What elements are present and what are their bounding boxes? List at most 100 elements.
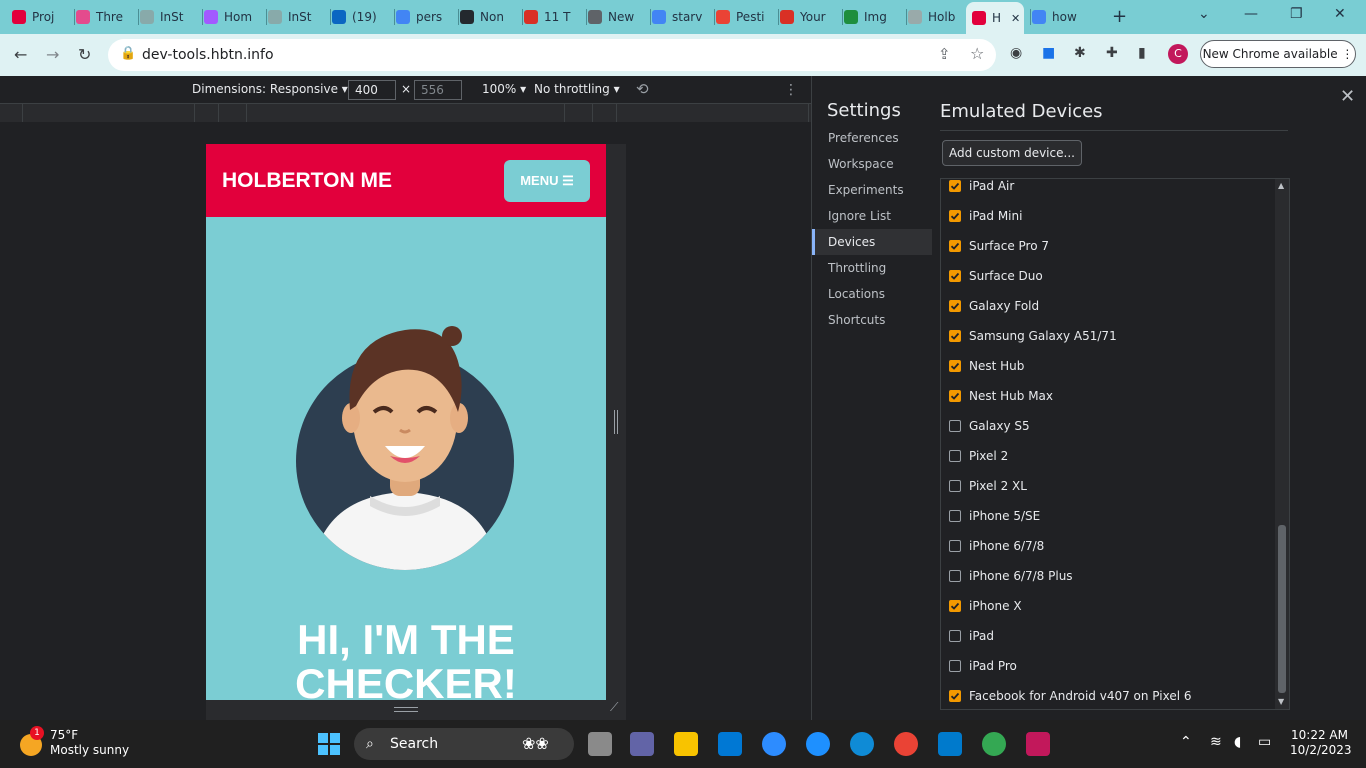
start-icon[interactable]	[318, 733, 340, 755]
tab-close-icon[interactable]: ✕	[1011, 12, 1020, 25]
browser-tab[interactable]: how	[1032, 5, 1082, 29]
url-text[interactable]: dev-tools.hbtn.info	[142, 47, 274, 63]
device-checkbox[interactable]	[949, 270, 961, 282]
bug-icon[interactable]: ✱	[1074, 45, 1086, 61]
width-input[interactable]: 400	[348, 80, 396, 100]
back-icon[interactable]: ←	[14, 45, 27, 64]
device-row[interactable]: iPhone X	[949, 596, 1022, 616]
clock[interactable]: 10:22 AM 10/2/2023	[1290, 728, 1352, 758]
device-row[interactable]: iPhone 6/7/8	[949, 536, 1044, 556]
menu-button[interactable]: MENU ☰	[504, 160, 590, 202]
site-brand[interactable]: HOLBERTON ME	[222, 169, 392, 193]
device-checkbox[interactable]	[949, 450, 961, 462]
browser-tab[interactable]: Pesti	[716, 5, 766, 29]
wifi-icon[interactable]: ≋	[1210, 734, 1222, 750]
device-row[interactable]: Pixel 2 XL	[949, 476, 1027, 496]
browser-tab[interactable]: Your	[780, 5, 830, 29]
media-query-ruler[interactable]	[0, 104, 811, 122]
scroll-up-icon[interactable]: ▲	[1278, 181, 1284, 190]
resize-grip-icon[interactable]	[614, 410, 618, 434]
browser-tab[interactable]: pers	[396, 5, 446, 29]
browser-tab[interactable]: Thre	[76, 5, 126, 29]
device-checkbox[interactable]	[949, 420, 961, 432]
extension-icon[interactable]: ◉	[1010, 45, 1022, 61]
weather-widget[interactable]: 75°F Mostly sunny	[50, 728, 129, 758]
chevron-up-icon[interactable]: ⌃	[1180, 734, 1192, 750]
device-checkbox[interactable]	[949, 330, 961, 342]
throttling-dropdown[interactable]: No throttling ▾	[534, 82, 620, 96]
device-checkbox[interactable]	[949, 540, 961, 552]
device-row[interactable]: Samsung Galaxy A51/71	[949, 326, 1117, 346]
browser-tab[interactable]: (19)	[332, 5, 382, 29]
device-row[interactable]: Facebook for Android v407 on Pixel 6	[949, 686, 1192, 706]
settings-nav-item-preferences[interactable]: Preferences	[812, 125, 932, 151]
viewport-resize-handle-bottom[interactable]: ⟋	[206, 700, 626, 720]
viewport-resize-handle-right[interactable]	[606, 144, 626, 700]
browser-tab[interactable]: H ✕	[966, 2, 1024, 34]
settings-nav-item-shortcuts[interactable]: Shortcuts	[812, 307, 932, 333]
avatar[interactable]: C	[1168, 44, 1188, 64]
settings-nav-item-ignore-list[interactable]: Ignore List	[812, 203, 932, 229]
device-row[interactable]: iPad	[949, 626, 994, 646]
close-icon[interactable]: ✕	[1340, 86, 1355, 107]
settings-nav-item-devices[interactable]: Devices	[812, 229, 932, 255]
settings-nav-item-experiments[interactable]: Experiments	[812, 177, 932, 203]
browser-tab[interactable]: New	[588, 5, 638, 29]
device-checkbox[interactable]	[949, 390, 961, 402]
dimensions-dropdown[interactable]: Dimensions: Responsive ▾	[192, 82, 348, 96]
device-row[interactable]: Galaxy Fold	[949, 296, 1039, 316]
settings-nav-item-locations[interactable]: Locations	[812, 281, 932, 307]
device-row[interactable]: iPhone 5/SE	[949, 506, 1040, 526]
device-checkbox[interactable]	[949, 570, 961, 582]
scroll-down-icon[interactable]: ▼	[1278, 697, 1284, 706]
device-checkbox[interactable]	[949, 510, 961, 522]
new-chrome-available-button[interactable]: New Chrome available ⋮	[1200, 40, 1356, 68]
add-custom-device-button[interactable]: Add custom device...	[942, 140, 1082, 166]
taskbar-search[interactable]: ⌕ Search ❀❀	[354, 728, 574, 760]
browser-tab[interactable]: Img	[844, 5, 894, 29]
volume-icon[interactable]: ◖	[1234, 734, 1241, 750]
device-row[interactable]: iPad Pro	[949, 656, 1017, 676]
share-icon[interactable]: ⇪	[938, 45, 951, 63]
rotate-icon[interactable]: ⟲	[636, 80, 649, 98]
device-checkbox[interactable]	[949, 480, 961, 492]
extension-icon[interactable]: ■	[1042, 45, 1055, 61]
puzzle-icon[interactable]: ✚	[1106, 45, 1118, 61]
device-checkbox[interactable]	[949, 180, 961, 192]
browser-tab[interactable]: Non	[460, 5, 510, 29]
device-row[interactable]: Pixel 2	[949, 446, 1008, 466]
teams-icon[interactable]	[630, 732, 654, 756]
device-row[interactable]: Galaxy S5	[949, 416, 1030, 436]
browser-tab[interactable]: 11 T	[524, 5, 574, 29]
browser-tab[interactable]: Proj	[12, 5, 62, 29]
device-row[interactable]: Nest Hub	[949, 356, 1024, 376]
close-window-button[interactable]: ✕	[1334, 6, 1346, 22]
address-bar[interactable]: 🔒 dev-tools.hbtn.info ⇪ ☆	[108, 39, 996, 71]
snipping-tool-icon[interactable]	[1026, 732, 1050, 756]
device-checkbox[interactable]	[949, 300, 961, 312]
device-row[interactable]: Surface Duo	[949, 266, 1043, 286]
device-checkbox[interactable]	[949, 240, 961, 252]
bookmark-star-icon[interactable]: ☆	[970, 44, 984, 63]
device-row[interactable]: Nest Hub Max	[949, 386, 1053, 406]
browser-tab[interactable]: Hom	[204, 5, 254, 29]
settings-nav-item-workspace[interactable]: Workspace	[812, 151, 932, 177]
corner-resize-icon[interactable]: ⟋	[610, 700, 618, 715]
chrome-icon[interactable]	[982, 732, 1006, 756]
forward-icon[interactable]: →	[46, 45, 59, 64]
device-checkbox[interactable]	[949, 630, 961, 642]
minimize-button[interactable]: —	[1244, 6, 1258, 22]
device-row[interactable]: iPad Mini	[949, 206, 1022, 226]
task-view-icon[interactable]	[588, 732, 612, 756]
scrollbar[interactable]: ▲ ▼	[1275, 179, 1289, 709]
new-tab-button[interactable]: +	[1112, 6, 1127, 27]
browser-tab[interactable]: InSt	[268, 5, 318, 29]
browser-tab[interactable]: InSt	[140, 5, 190, 29]
zoom-icon[interactable]	[762, 732, 786, 756]
browser-tab[interactable]: starv	[652, 5, 702, 29]
maximize-button[interactable]: ❐	[1290, 6, 1303, 22]
vscode-icon[interactable]	[938, 732, 962, 756]
reload-icon[interactable]: ↻	[78, 45, 91, 64]
device-checkbox[interactable]	[949, 660, 961, 672]
device-row[interactable]: iPhone 6/7/8 Plus	[949, 566, 1073, 586]
